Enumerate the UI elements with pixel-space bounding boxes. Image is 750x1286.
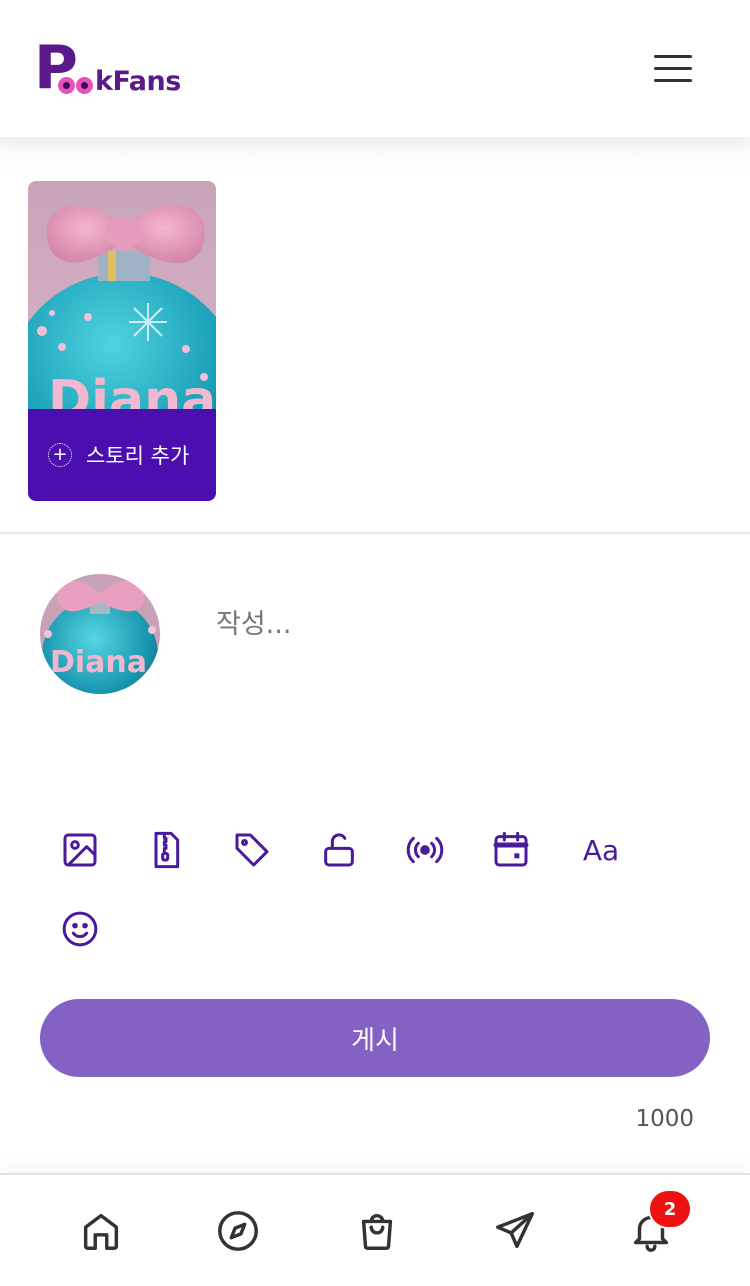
text-format-label: Aa	[582, 833, 620, 867]
add-story-bar[interactable]: + 스토리 추가	[28, 409, 216, 501]
story-ornament-image: Diana	[28, 181, 216, 409]
compass-icon[interactable]	[212, 1205, 264, 1257]
post-button[interactable]: 게시	[40, 999, 710, 1077]
add-story-card[interactable]: Diana + 스토리 추가	[28, 181, 216, 501]
shopping-bag-icon[interactable]	[351, 1205, 403, 1257]
unlock-icon[interactable]	[317, 828, 361, 872]
avatar-text: Diana	[50, 645, 147, 680]
bottom-nav	[0, 1173, 750, 1286]
image-icon[interactable]	[58, 828, 102, 872]
calendar-icon[interactable]	[489, 828, 533, 872]
add-story-label: 스토리 추가	[86, 444, 190, 468]
tag-icon[interactable]	[230, 828, 274, 872]
emoji-icon[interactable]	[58, 907, 102, 951]
notification-badge: 2	[648, 1189, 692, 1229]
logo-eye-right	[75, 77, 93, 94]
svg-text:Diana: Diana	[48, 370, 216, 409]
app-logo[interactable]: P kFans	[34, 36, 181, 98]
zip-file-icon[interactable]	[144, 828, 188, 872]
logo-text: kFans	[94, 66, 181, 97]
avatar[interactable]: Diana	[40, 574, 160, 694]
logo-eyes	[57, 77, 94, 94]
live-broadcast-icon[interactable]	[403, 828, 447, 872]
char-count: 1000	[635, 1106, 694, 1132]
stories-section: Diana + 스토리 추가	[0, 137, 750, 534]
send-icon[interactable]	[489, 1205, 541, 1257]
plus-circle-icon: +	[48, 443, 72, 467]
avatar-image: Diana	[40, 574, 160, 694]
app-header: P kFans	[0, 0, 750, 137]
home-icon[interactable]	[75, 1205, 127, 1257]
logo-eye-left	[57, 77, 75, 94]
text-format-icon[interactable]: Aa	[576, 828, 626, 872]
compose-input[interactable]	[200, 592, 710, 772]
post-composer: Diana Aa	[0, 536, 750, 1172]
hamburger-menu-icon[interactable]	[654, 55, 696, 87]
